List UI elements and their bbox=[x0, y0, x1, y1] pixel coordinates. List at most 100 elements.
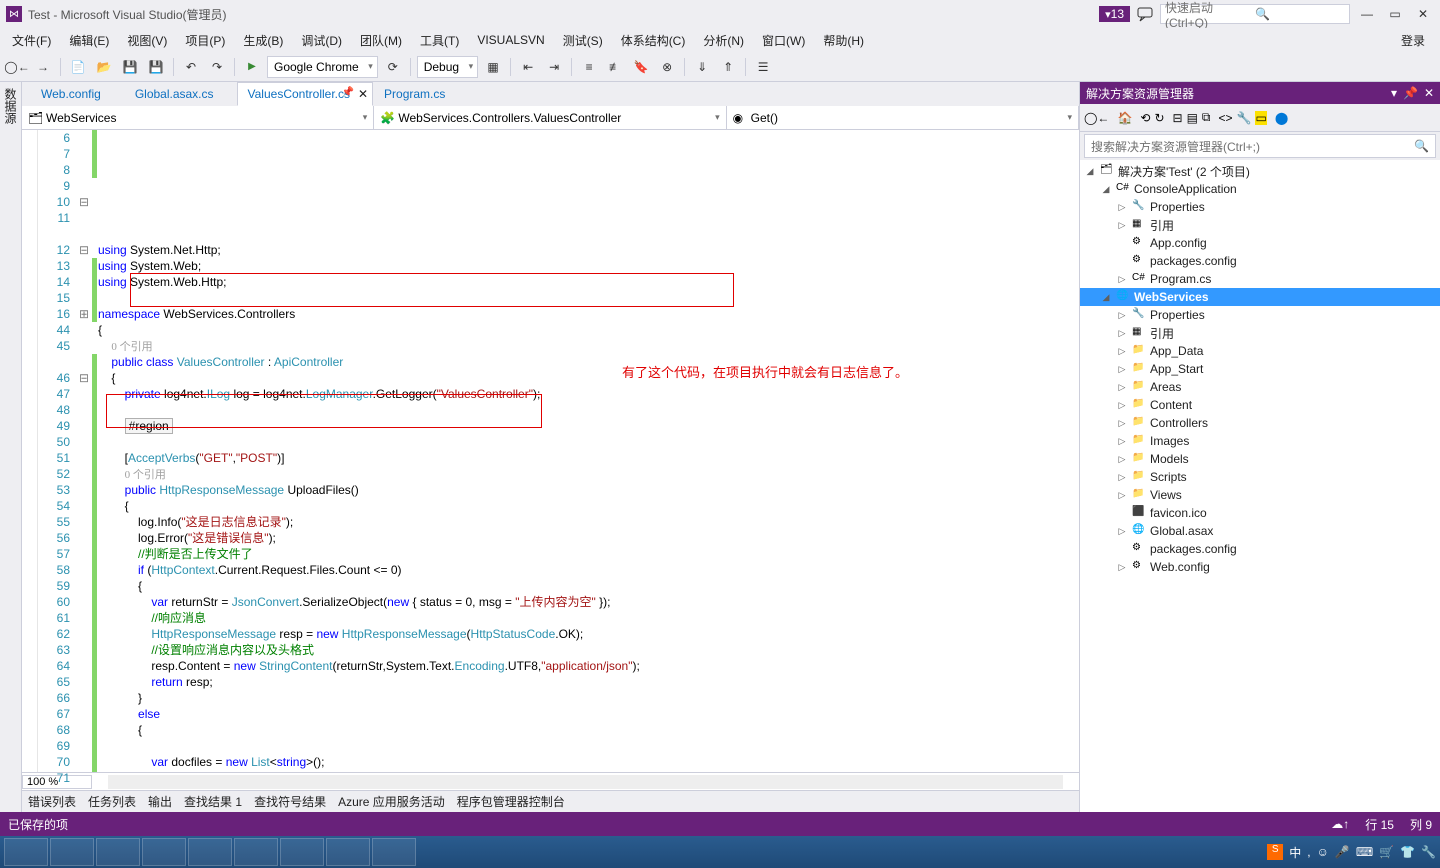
sign-in-button[interactable]: 登录 bbox=[1390, 29, 1436, 52]
tree-node[interactable]: ▷C#Program.cs bbox=[1080, 270, 1440, 288]
tree-node[interactable]: ▷📁Content bbox=[1080, 396, 1440, 414]
save-all-icon[interactable]: 💾 bbox=[145, 56, 167, 78]
open-icon[interactable]: 📂 bbox=[93, 56, 115, 78]
taskbar-item[interactable] bbox=[234, 838, 278, 866]
output-tab[interactable]: 输出 bbox=[148, 793, 172, 810]
menu-item[interactable]: 视图(V) bbox=[119, 30, 175, 51]
solution-tree[interactable]: ◢🗂解决方案'Test' (2 个项目)◢C#ConsoleApplicatio… bbox=[1080, 160, 1440, 812]
menu-item[interactable]: 分析(N) bbox=[695, 30, 752, 51]
expand-icon[interactable]: ▷ bbox=[1116, 418, 1128, 429]
indent-out-icon[interactable]: ⇤ bbox=[517, 56, 539, 78]
browser-combo[interactable]: Google Chrome bbox=[267, 56, 378, 78]
notification-flag[interactable]: ▾13 bbox=[1099, 6, 1130, 22]
expand-icon[interactable]: ▷ bbox=[1116, 472, 1128, 483]
svn-log-icon[interactable]: ☰ bbox=[752, 56, 774, 78]
minimize-button[interactable]: — bbox=[1356, 4, 1378, 24]
expand-icon[interactable]: ▷ bbox=[1116, 436, 1128, 447]
nav-project-combo[interactable]: 🗂WebServices bbox=[22, 106, 374, 129]
tray-icon[interactable]: ☺ bbox=[1317, 845, 1329, 859]
menu-item[interactable]: 调试(D) bbox=[293, 30, 350, 51]
tree-node[interactable]: ▷🔧Properties bbox=[1080, 198, 1440, 216]
tree-node[interactable]: ⚙packages.config bbox=[1080, 540, 1440, 558]
tree-node[interactable]: ▷📁App_Start bbox=[1080, 360, 1440, 378]
sln-refresh-icon[interactable]: ↻ bbox=[1154, 111, 1164, 125]
menu-item[interactable]: 帮助(H) bbox=[815, 30, 872, 51]
start-debug-icon[interactable]: ▶ bbox=[241, 56, 263, 78]
undo-icon[interactable]: ↶ bbox=[180, 56, 202, 78]
expand-icon[interactable]: ▷ bbox=[1116, 310, 1128, 321]
pane-dropdown-icon[interactable]: ▾ bbox=[1391, 86, 1397, 100]
output-tab[interactable]: 查找结果 1 bbox=[184, 793, 242, 810]
tray-icon[interactable]: 👕 bbox=[1400, 845, 1415, 859]
quick-launch-input[interactable]: 快速启动 (Ctrl+Q)🔍 bbox=[1160, 4, 1350, 24]
tray-icon[interactable]: ⌨ bbox=[1356, 845, 1373, 859]
save-icon[interactable]: 💾 bbox=[119, 56, 141, 78]
sln-show-all-icon[interactable]: ▤ bbox=[1187, 111, 1198, 125]
tree-node[interactable]: ▷📁Areas bbox=[1080, 378, 1440, 396]
comment-icon[interactable]: ≡ bbox=[578, 56, 600, 78]
close-tab-icon[interactable]: ✕ bbox=[358, 87, 368, 101]
nav-class-combo[interactable]: 🧩WebServices.Controllers.ValuesControlle… bbox=[374, 106, 726, 129]
menu-item[interactable]: 编辑(E) bbox=[61, 30, 117, 51]
ime-lang[interactable]: 中 bbox=[1289, 844, 1301, 861]
expand-icon[interactable]: ▷ bbox=[1116, 382, 1128, 393]
tree-node[interactable]: ▷📁Scripts bbox=[1080, 468, 1440, 486]
menu-item[interactable]: 文件(F) bbox=[4, 30, 59, 51]
expand-icon[interactable]: ▷ bbox=[1116, 202, 1128, 213]
tree-node[interactable]: ▷📁Views bbox=[1080, 486, 1440, 504]
tray-icon[interactable]: 🎤 bbox=[1335, 845, 1350, 859]
taskbar-item[interactable] bbox=[4, 838, 48, 866]
ime-icon[interactable]: S bbox=[1267, 844, 1283, 860]
output-tab[interactable]: 查找符号结果 bbox=[254, 793, 326, 810]
menu-item[interactable]: 测试(S) bbox=[555, 30, 611, 51]
taskbar-item[interactable] bbox=[142, 838, 186, 866]
document-tab[interactable]: Global.asax.cs bbox=[124, 82, 237, 106]
sln-collapse-icon[interactable]: ⊟ bbox=[1173, 111, 1183, 125]
status-publish-icon[interactable]: ☁↑ bbox=[1331, 817, 1349, 831]
expand-icon[interactable]: ◢ bbox=[1100, 184, 1112, 195]
expand-icon[interactable]: ▷ bbox=[1116, 220, 1128, 231]
output-tab[interactable]: 任务列表 bbox=[88, 793, 136, 810]
expand-icon[interactable]: ▷ bbox=[1116, 490, 1128, 501]
taskbar-item[interactable] bbox=[188, 838, 232, 866]
tree-node[interactable]: ▷📁App_Data bbox=[1080, 342, 1440, 360]
document-tab[interactable]: Program.cs bbox=[373, 82, 468, 106]
feedback-icon[interactable] bbox=[1136, 5, 1154, 23]
pane-close-icon[interactable]: ✕ bbox=[1424, 86, 1434, 100]
sln-code-icon[interactable]: <> bbox=[1219, 111, 1233, 125]
taskbar-item[interactable] bbox=[50, 838, 94, 866]
menu-item[interactable]: 窗口(W) bbox=[754, 30, 813, 51]
uncomment-icon[interactable]: ≢ bbox=[604, 56, 626, 78]
taskbar-item[interactable] bbox=[96, 838, 140, 866]
tray-icon[interactable]: 🔧 bbox=[1421, 845, 1436, 859]
tree-node[interactable]: ▷📁Controllers bbox=[1080, 414, 1440, 432]
tree-node[interactable]: ▷🔧Properties bbox=[1080, 306, 1440, 324]
horizontal-scrollbar[interactable] bbox=[108, 775, 1063, 789]
platform-icon[interactable]: ▦ bbox=[482, 56, 504, 78]
forward-icon[interactable]: → bbox=[32, 56, 54, 78]
taskbar-item[interactable] bbox=[280, 838, 324, 866]
sln-back-icon[interactable]: ◯← bbox=[1084, 111, 1109, 125]
document-tab[interactable]: Web.config bbox=[30, 82, 124, 106]
menu-item[interactable]: 体系结构(C) bbox=[613, 30, 694, 51]
tree-node[interactable]: ◢🌐WebServices bbox=[1080, 288, 1440, 306]
pane-pin-icon[interactable]: 📌 bbox=[1403, 86, 1418, 100]
tree-node[interactable]: ◢🗂解决方案'Test' (2 个项目) bbox=[1080, 162, 1440, 180]
expand-icon[interactable]: ▷ bbox=[1116, 328, 1128, 339]
output-tab[interactable]: 程序包管理器控制台 bbox=[457, 793, 565, 810]
expand-icon[interactable]: ▷ bbox=[1116, 364, 1128, 375]
sln-home-icon[interactable]: 🏠 bbox=[1117, 111, 1132, 125]
back-icon[interactable]: ◯← bbox=[6, 56, 28, 78]
tray-icon[interactable]: , bbox=[1307, 845, 1310, 859]
expand-icon[interactable]: ▷ bbox=[1116, 274, 1128, 285]
sln-copy-icon[interactable]: ⧉ bbox=[1202, 110, 1211, 125]
datasource-tab[interactable]: 数据源 bbox=[0, 82, 22, 812]
sln-properties-icon[interactable]: 🔧 bbox=[1237, 111, 1252, 125]
redo-icon[interactable]: ↷ bbox=[206, 56, 228, 78]
tree-node[interactable]: ⚙packages.config bbox=[1080, 252, 1440, 270]
menu-item[interactable]: VISUALSVN bbox=[469, 31, 552, 49]
taskbar-item[interactable] bbox=[326, 838, 370, 866]
menu-item[interactable]: 工具(T) bbox=[412, 30, 467, 51]
document-tab[interactable]: ValuesController.cs📌✕ bbox=[237, 82, 374, 106]
tree-node[interactable]: ▷📁Models bbox=[1080, 450, 1440, 468]
